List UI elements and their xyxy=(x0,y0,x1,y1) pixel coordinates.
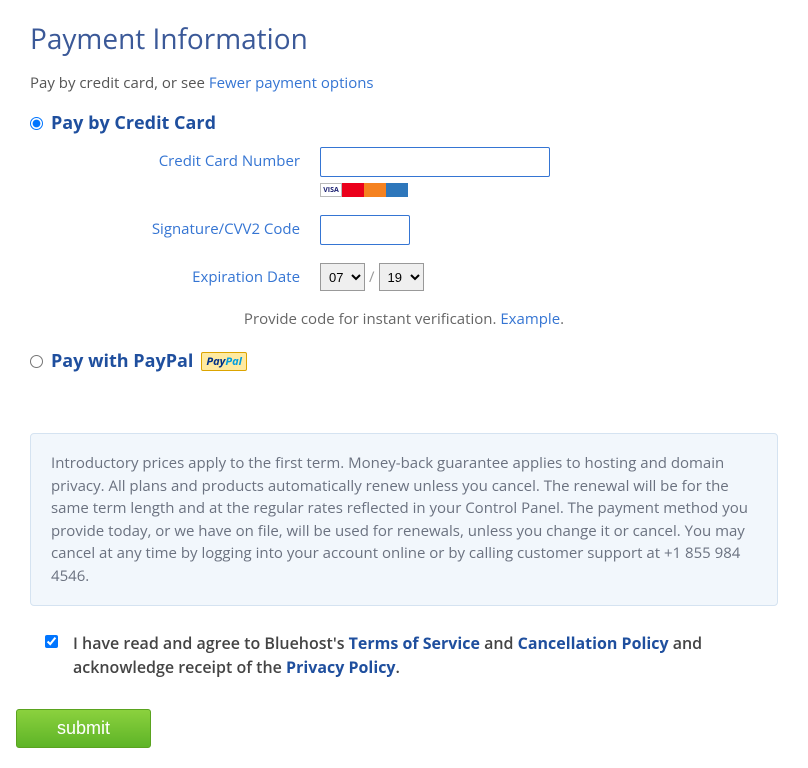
visa-icon: VISA xyxy=(320,183,342,197)
fewer-options-link[interactable]: Fewer payment options xyxy=(209,73,374,93)
date-separator: / xyxy=(369,267,375,287)
agree-text-1: I have read and agree to Bluehost's xyxy=(73,632,349,654)
card-brand-icons: VISA xyxy=(320,183,778,197)
subline-text: Pay by credit card, or see xyxy=(30,73,209,93)
example-link[interactable]: Example xyxy=(500,309,560,329)
cancellation-link[interactable]: Cancellation Policy xyxy=(518,632,669,654)
cc-number-input[interactable] xyxy=(320,147,550,177)
verification-hint: Provide code for instant verification. E… xyxy=(30,309,778,329)
agree-checkbox[interactable] xyxy=(45,635,58,648)
terms-info-box: Introductory prices apply to the first t… xyxy=(30,433,778,606)
credit-card-title: Pay by Credit Card xyxy=(51,111,216,135)
page-title: Payment Information xyxy=(30,20,778,58)
agree-text-4: . xyxy=(396,656,400,678)
paypal-section: Pay with PayPal PayPal xyxy=(30,349,778,373)
mastercard-icon xyxy=(342,183,364,197)
cvv-label: Signature/CVV2 Code xyxy=(30,215,320,239)
agree-text-2: and xyxy=(480,632,518,654)
discover-icon xyxy=(364,183,386,197)
cvv-input[interactable] xyxy=(320,215,410,245)
credit-card-section: Pay by Credit Card Credit Card Number VI… xyxy=(30,111,778,329)
paypal-title: Pay with PayPal xyxy=(51,349,193,373)
agree-row: I have read and agree to Bluehost's Term… xyxy=(45,631,778,679)
cc-number-label: Credit Card Number xyxy=(30,147,320,171)
tos-link[interactable]: Terms of Service xyxy=(349,632,480,654)
pay-credit-card-radio[interactable] xyxy=(30,117,43,130)
exp-year-select[interactable]: 19 xyxy=(379,263,424,291)
expiration-label: Expiration Date xyxy=(30,263,320,287)
submit-button[interactable]: submit xyxy=(16,709,151,748)
pay-paypal-radio[interactable] xyxy=(30,355,43,368)
payment-subline: Pay by credit card, or see Fewer payment… xyxy=(30,73,778,93)
paypal-icon: PayPal xyxy=(201,352,246,371)
amex-icon xyxy=(386,183,408,197)
exp-month-select[interactable]: 07 xyxy=(320,263,365,291)
privacy-link[interactable]: Privacy Policy xyxy=(286,656,396,678)
